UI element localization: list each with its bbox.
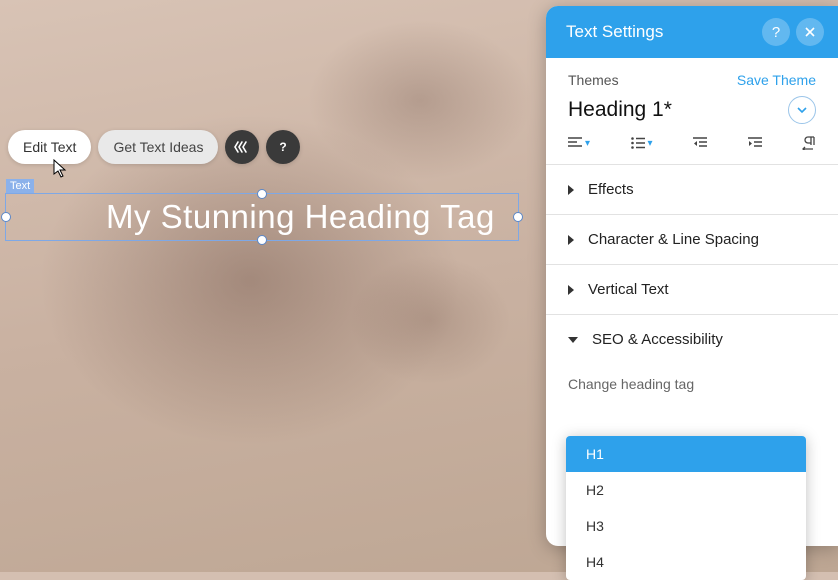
- chevron-right-icon: [568, 185, 574, 195]
- element-toolbar: Edit Text Get Text Ideas ?: [8, 130, 300, 164]
- themes-section: Themes Save Theme Heading 1*: [546, 58, 838, 136]
- seo-section[interactable]: SEO & Accessibility: [546, 315, 838, 364]
- theme-dropdown-toggle[interactable]: [788, 96, 816, 124]
- panel-title: Text Settings: [566, 22, 756, 42]
- edit-text-button[interactable]: Edit Text: [8, 130, 91, 164]
- accordion-label: Effects: [588, 181, 634, 198]
- resize-handle-right[interactable]: [513, 212, 523, 222]
- element-type-label: Text: [6, 179, 34, 193]
- list-button[interactable]: ▾: [631, 136, 653, 150]
- panel-help-icon[interactable]: ?: [762, 18, 790, 46]
- text-direction-icon[interactable]: [802, 136, 816, 150]
- help-icon[interactable]: ?: [266, 130, 300, 164]
- heading-tag-dropdown[interactable]: H1 H2 H3 H4: [566, 436, 806, 580]
- heading-option-h2[interactable]: H2: [566, 472, 806, 508]
- format-toolbar: ▾ ▾: [546, 136, 838, 164]
- heading-text[interactable]: My Stunning Heading Tag: [106, 198, 495, 236]
- text-settings-panel: Text Settings ? Themes Save Theme Headin…: [546, 6, 838, 546]
- heading-option-h3[interactable]: H3: [566, 508, 806, 544]
- indent-decrease-icon[interactable]: [693, 136, 707, 150]
- heading-option-h1[interactable]: H1: [566, 436, 806, 472]
- panel-close-icon[interactable]: [796, 18, 824, 46]
- chevron-down-icon: [568, 337, 578, 343]
- save-theme-button[interactable]: Save Theme: [737, 72, 816, 88]
- chevron-right-icon: [568, 235, 574, 245]
- accordion-label: Vertical Text: [588, 281, 669, 298]
- animation-icon[interactable]: [225, 130, 259, 164]
- theme-name: Heading 1*: [568, 98, 672, 122]
- spacing-section[interactable]: Character & Line Spacing: [546, 215, 838, 264]
- indent-increase-icon[interactable]: [748, 136, 762, 150]
- accordion-label: SEO & Accessibility: [592, 331, 723, 348]
- vertical-text-section[interactable]: Vertical Text: [546, 265, 838, 314]
- change-tag-label: Change heading tag: [546, 364, 838, 400]
- resize-handle-left[interactable]: [1, 212, 11, 222]
- svg-text:?: ?: [280, 140, 287, 154]
- get-text-ideas-button[interactable]: Get Text Ideas: [98, 130, 218, 164]
- resize-handle-bottom[interactable]: [257, 235, 267, 245]
- chevron-right-icon: [568, 285, 574, 295]
- panel-header: Text Settings ?: [546, 6, 838, 58]
- heading-option-h4[interactable]: H4: [566, 544, 806, 580]
- align-button[interactable]: ▾: [568, 136, 590, 150]
- resize-handle-top[interactable]: [257, 189, 267, 199]
- effects-section[interactable]: Effects: [546, 165, 838, 214]
- themes-label: Themes: [568, 72, 619, 88]
- selected-text-element[interactable]: Text My Stunning Heading Tag: [5, 193, 519, 241]
- accordion-label: Character & Line Spacing: [588, 231, 759, 248]
